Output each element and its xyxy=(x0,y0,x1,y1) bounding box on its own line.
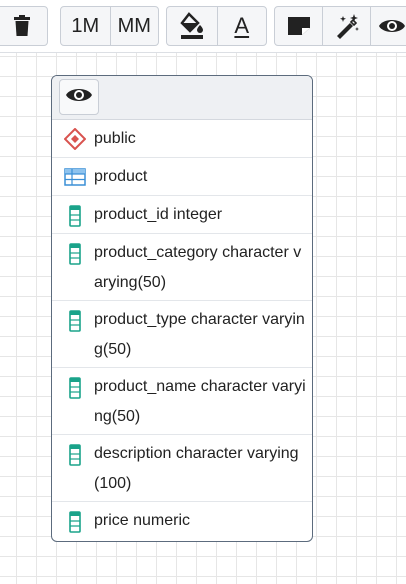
schema-label: public xyxy=(94,130,136,147)
table-node-header xyxy=(52,76,312,120)
schema-icon xyxy=(63,127,87,155)
column-label: product_category character varying(50) xyxy=(94,244,302,291)
column-label: product_type character varying(50) xyxy=(94,311,305,358)
auto-align-button[interactable] xyxy=(322,7,370,45)
text-color-button[interactable]: A xyxy=(216,7,267,45)
one-to-many-button[interactable]: 1M xyxy=(61,7,110,45)
column-icon xyxy=(69,511,81,538)
note-button[interactable] xyxy=(275,7,322,45)
column-row[interactable]: product_type character varying(50) xyxy=(52,301,312,368)
column-icon xyxy=(69,243,81,270)
column-row[interactable]: product_category character varying(50) xyxy=(52,234,312,301)
delete-group xyxy=(0,6,48,46)
table-name-label: product xyxy=(94,168,148,185)
toggle-details-button[interactable] xyxy=(59,79,99,115)
delete-button[interactable] xyxy=(0,7,47,45)
table-node[interactable]: public product product_id integer produc… xyxy=(51,75,313,542)
column-icon xyxy=(69,310,81,337)
many-to-many-label: MM xyxy=(117,14,151,37)
erd-toolbar: 1M MM A xyxy=(0,0,406,53)
misc-group xyxy=(274,6,406,46)
color-group: A xyxy=(166,6,267,46)
column-label: price numeric xyxy=(94,512,191,529)
text-color-icon: A xyxy=(234,13,250,38)
paint-bucket-icon xyxy=(179,12,205,40)
column-row[interactable]: description character varying(100) xyxy=(52,435,312,502)
column-icon xyxy=(69,377,81,404)
column-label: product_name character varying(50) xyxy=(94,378,306,425)
note-icon xyxy=(287,16,311,36)
text-color-label: A xyxy=(234,13,250,38)
magic-wand-icon xyxy=(334,13,360,39)
column-row[interactable]: product_id integer xyxy=(52,196,312,234)
column-row[interactable]: product_name character varying(50) xyxy=(52,368,312,435)
one-to-many-label: 1M xyxy=(71,14,100,37)
table-name-row: product xyxy=(52,158,312,196)
column-label: description character varying(100) xyxy=(94,445,299,492)
fill-color-button[interactable] xyxy=(167,7,217,45)
eye-icon xyxy=(378,16,406,36)
table-icon xyxy=(64,168,86,191)
many-to-many-button[interactable]: MM xyxy=(109,7,159,45)
relation-group: 1M MM xyxy=(60,6,159,46)
column-row[interactable]: price numeric xyxy=(52,502,312,540)
trash-icon xyxy=(13,15,31,37)
show-details-button[interactable] xyxy=(370,7,406,45)
column-icon xyxy=(69,444,81,471)
column-label: product_id integer xyxy=(94,206,223,223)
eye-icon xyxy=(65,85,93,110)
schema-row: public xyxy=(52,120,312,158)
column-icon xyxy=(69,205,81,232)
